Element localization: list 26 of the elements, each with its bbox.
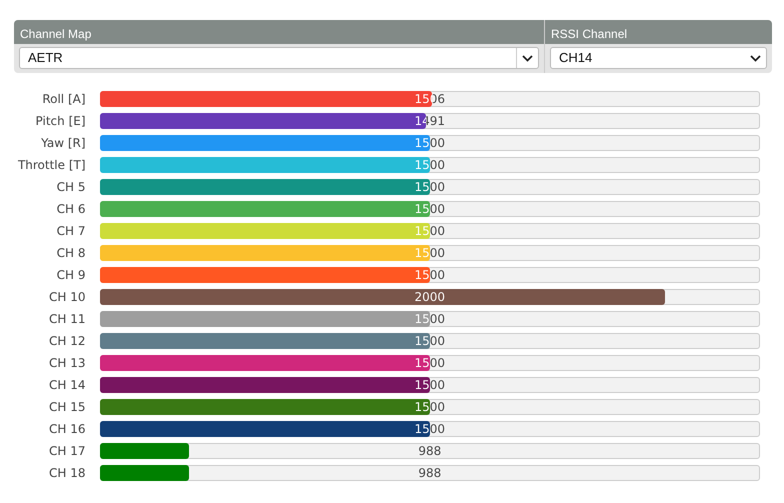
- channel-label: CH 5: [56, 179, 86, 196]
- channel-label: CH 14: [48, 377, 86, 394]
- channel-label: CH 10: [48, 289, 86, 306]
- channel-label: CH 12: [48, 333, 86, 350]
- channel-label: Yaw [R]: [40, 135, 86, 152]
- channel-label: CH 15: [48, 399, 86, 416]
- channel-label: CH 8: [56, 245, 86, 262]
- channel-label: Pitch [E]: [34, 113, 86, 130]
- channel-value: 988: [418, 444, 442, 458]
- channel-label: CH 17: [48, 443, 86, 460]
- dropdown[interactable]: CH14: [550, 47, 767, 69]
- channel-label: CH 9: [56, 267, 86, 284]
- caret-icon: [522, 54, 533, 62]
- channel-value: 988: [418, 466, 442, 480]
- dropdown[interactable]: AETR: [19, 47, 539, 69]
- channel-label: CH 13: [48, 355, 86, 372]
- channel-label: CH 6: [56, 201, 86, 218]
- channel-label: CH 11: [48, 311, 86, 328]
- channel-label: CH 7: [56, 223, 86, 240]
- caret-icon: [750, 54, 760, 62]
- channel-label: CH 18: [48, 465, 86, 482]
- channel-label: CH 16: [48, 421, 86, 438]
- panel-header: RSSI Channel: [545, 20, 772, 44]
- panel-header: Channel Map: [14, 20, 544, 44]
- channel-label: Throttle [T]: [16, 157, 86, 174]
- channel-label: Roll [A]: [41, 91, 86, 108]
